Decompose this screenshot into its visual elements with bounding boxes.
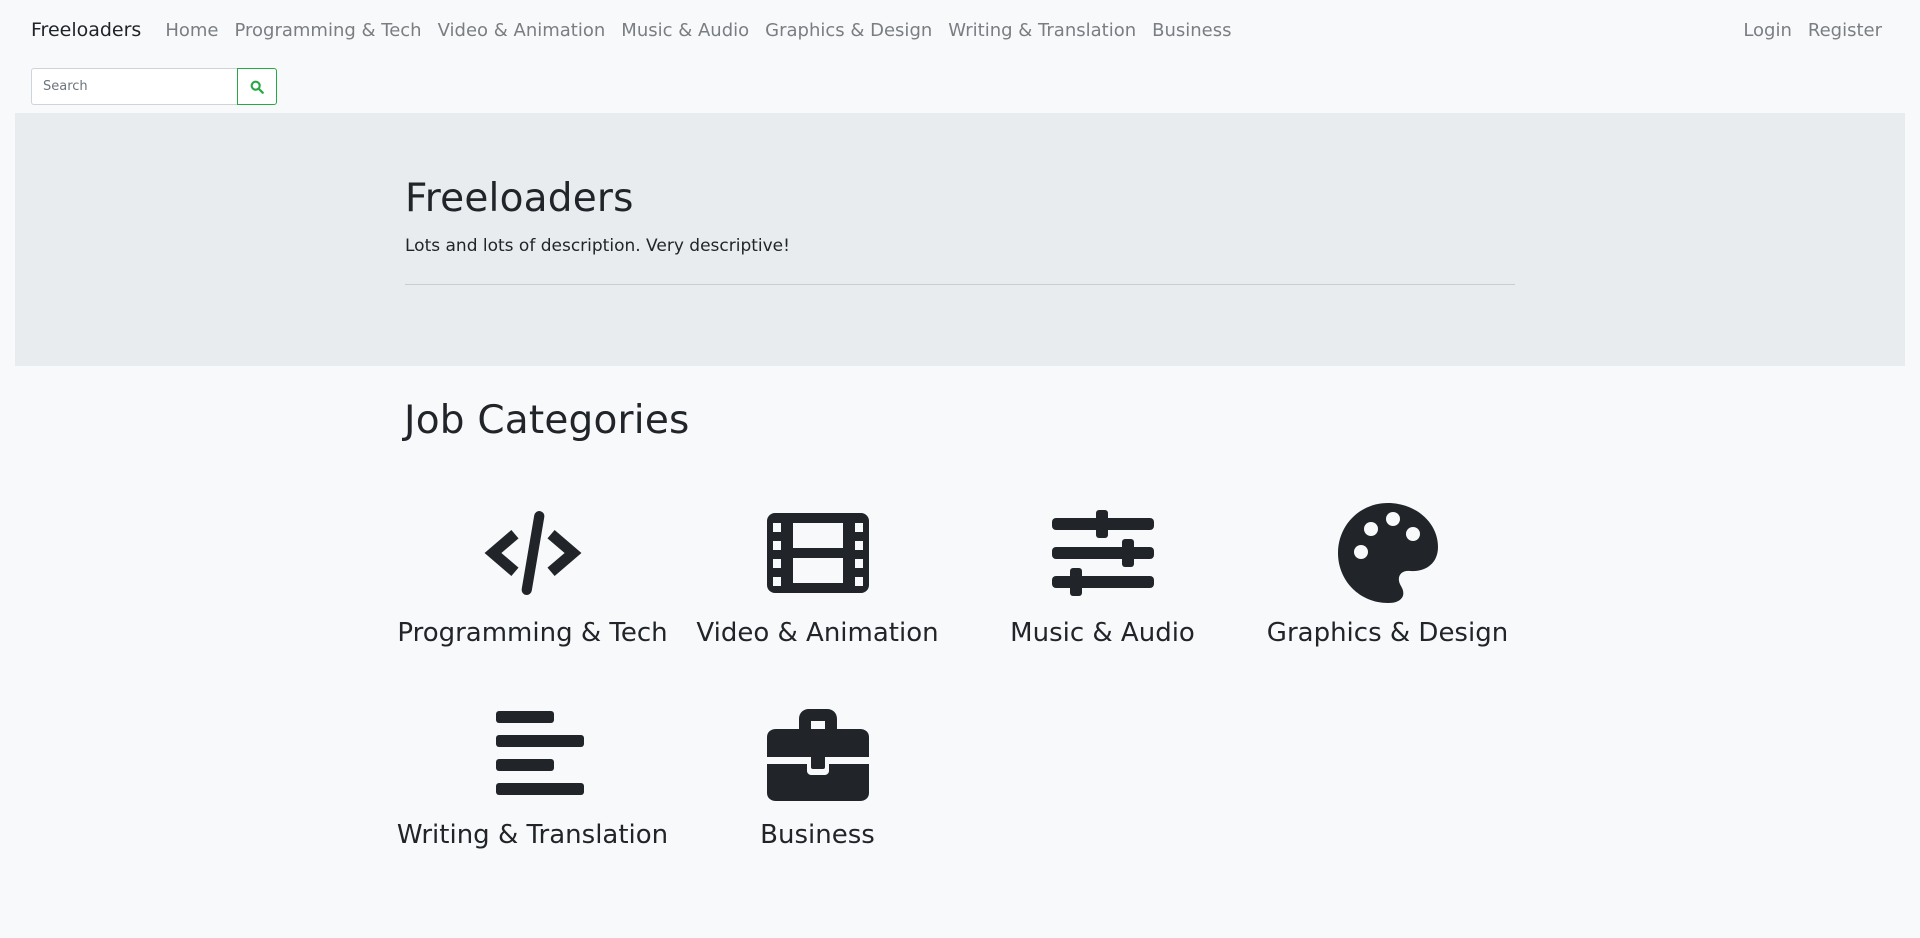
nav-link-writing-translation[interactable]: Writing & Translation: [948, 20, 1136, 41]
search-icon: [250, 80, 264, 94]
hero-lead: Lots and lots of description. Very descr…: [405, 235, 790, 256]
nav-link-music-audio[interactable]: Music & Audio: [621, 20, 749, 41]
brand-link[interactable]: Freeloaders: [31, 19, 141, 41]
film-icon: [766, 502, 869, 604]
code-icon: [482, 502, 584, 604]
nav-link-graphics-design[interactable]: Graphics & Design: [765, 20, 932, 41]
hero-divider: [405, 283, 1515, 285]
category-programming-tech[interactable]: Programming & Tech: [390, 502, 675, 648]
register-link[interactable]: Register: [1808, 20, 1882, 41]
search-form: [31, 68, 277, 105]
category-label: Writing & Translation: [396, 820, 669, 850]
hero-title: Freeloaders: [405, 176, 634, 221]
category-label: Graphics & Design: [1266, 618, 1509, 648]
navbar: Freeloaders Home Programming & Tech Vide…: [0, 0, 1920, 60]
category-label: Business: [760, 820, 875, 850]
nav-link-business[interactable]: Business: [1152, 20, 1231, 41]
category-business[interactable]: Business: [675, 704, 960, 850]
category-label: Programming & Tech: [397, 618, 668, 648]
nav-links: Home Programming & Tech Video & Animatio…: [165, 20, 1231, 41]
search-input[interactable]: [31, 68, 237, 105]
nav-link-programming-tech[interactable]: Programming & Tech: [234, 20, 421, 41]
category-writing-translation[interactable]: Writing & Translation: [390, 704, 675, 850]
briefcase-icon: [766, 704, 869, 806]
sliders-icon: [1051, 502, 1154, 604]
category-graphics-design[interactable]: Graphics & Design: [1245, 502, 1530, 648]
hero-jumbotron: Freeloaders Lots and lots of description…: [15, 113, 1905, 366]
nav-link-home[interactable]: Home: [165, 20, 218, 41]
auth-links: Login Register: [1743, 0, 1882, 60]
login-link[interactable]: Login: [1743, 20, 1792, 41]
align-left-icon: [482, 704, 584, 806]
category-video-animation[interactable]: Video & Animation: [675, 502, 960, 648]
category-label: Video & Animation: [696, 618, 939, 648]
job-categories-title: Job Categories: [404, 398, 690, 443]
nav-link-video-animation[interactable]: Video & Animation: [438, 20, 606, 41]
hero-content: Freeloaders Lots and lots of description…: [405, 176, 1515, 285]
category-label: Music & Audio: [1010, 618, 1195, 648]
category-music-audio[interactable]: Music & Audio: [960, 502, 1245, 648]
palette-icon: [1337, 502, 1439, 604]
search-button[interactable]: [237, 68, 277, 105]
